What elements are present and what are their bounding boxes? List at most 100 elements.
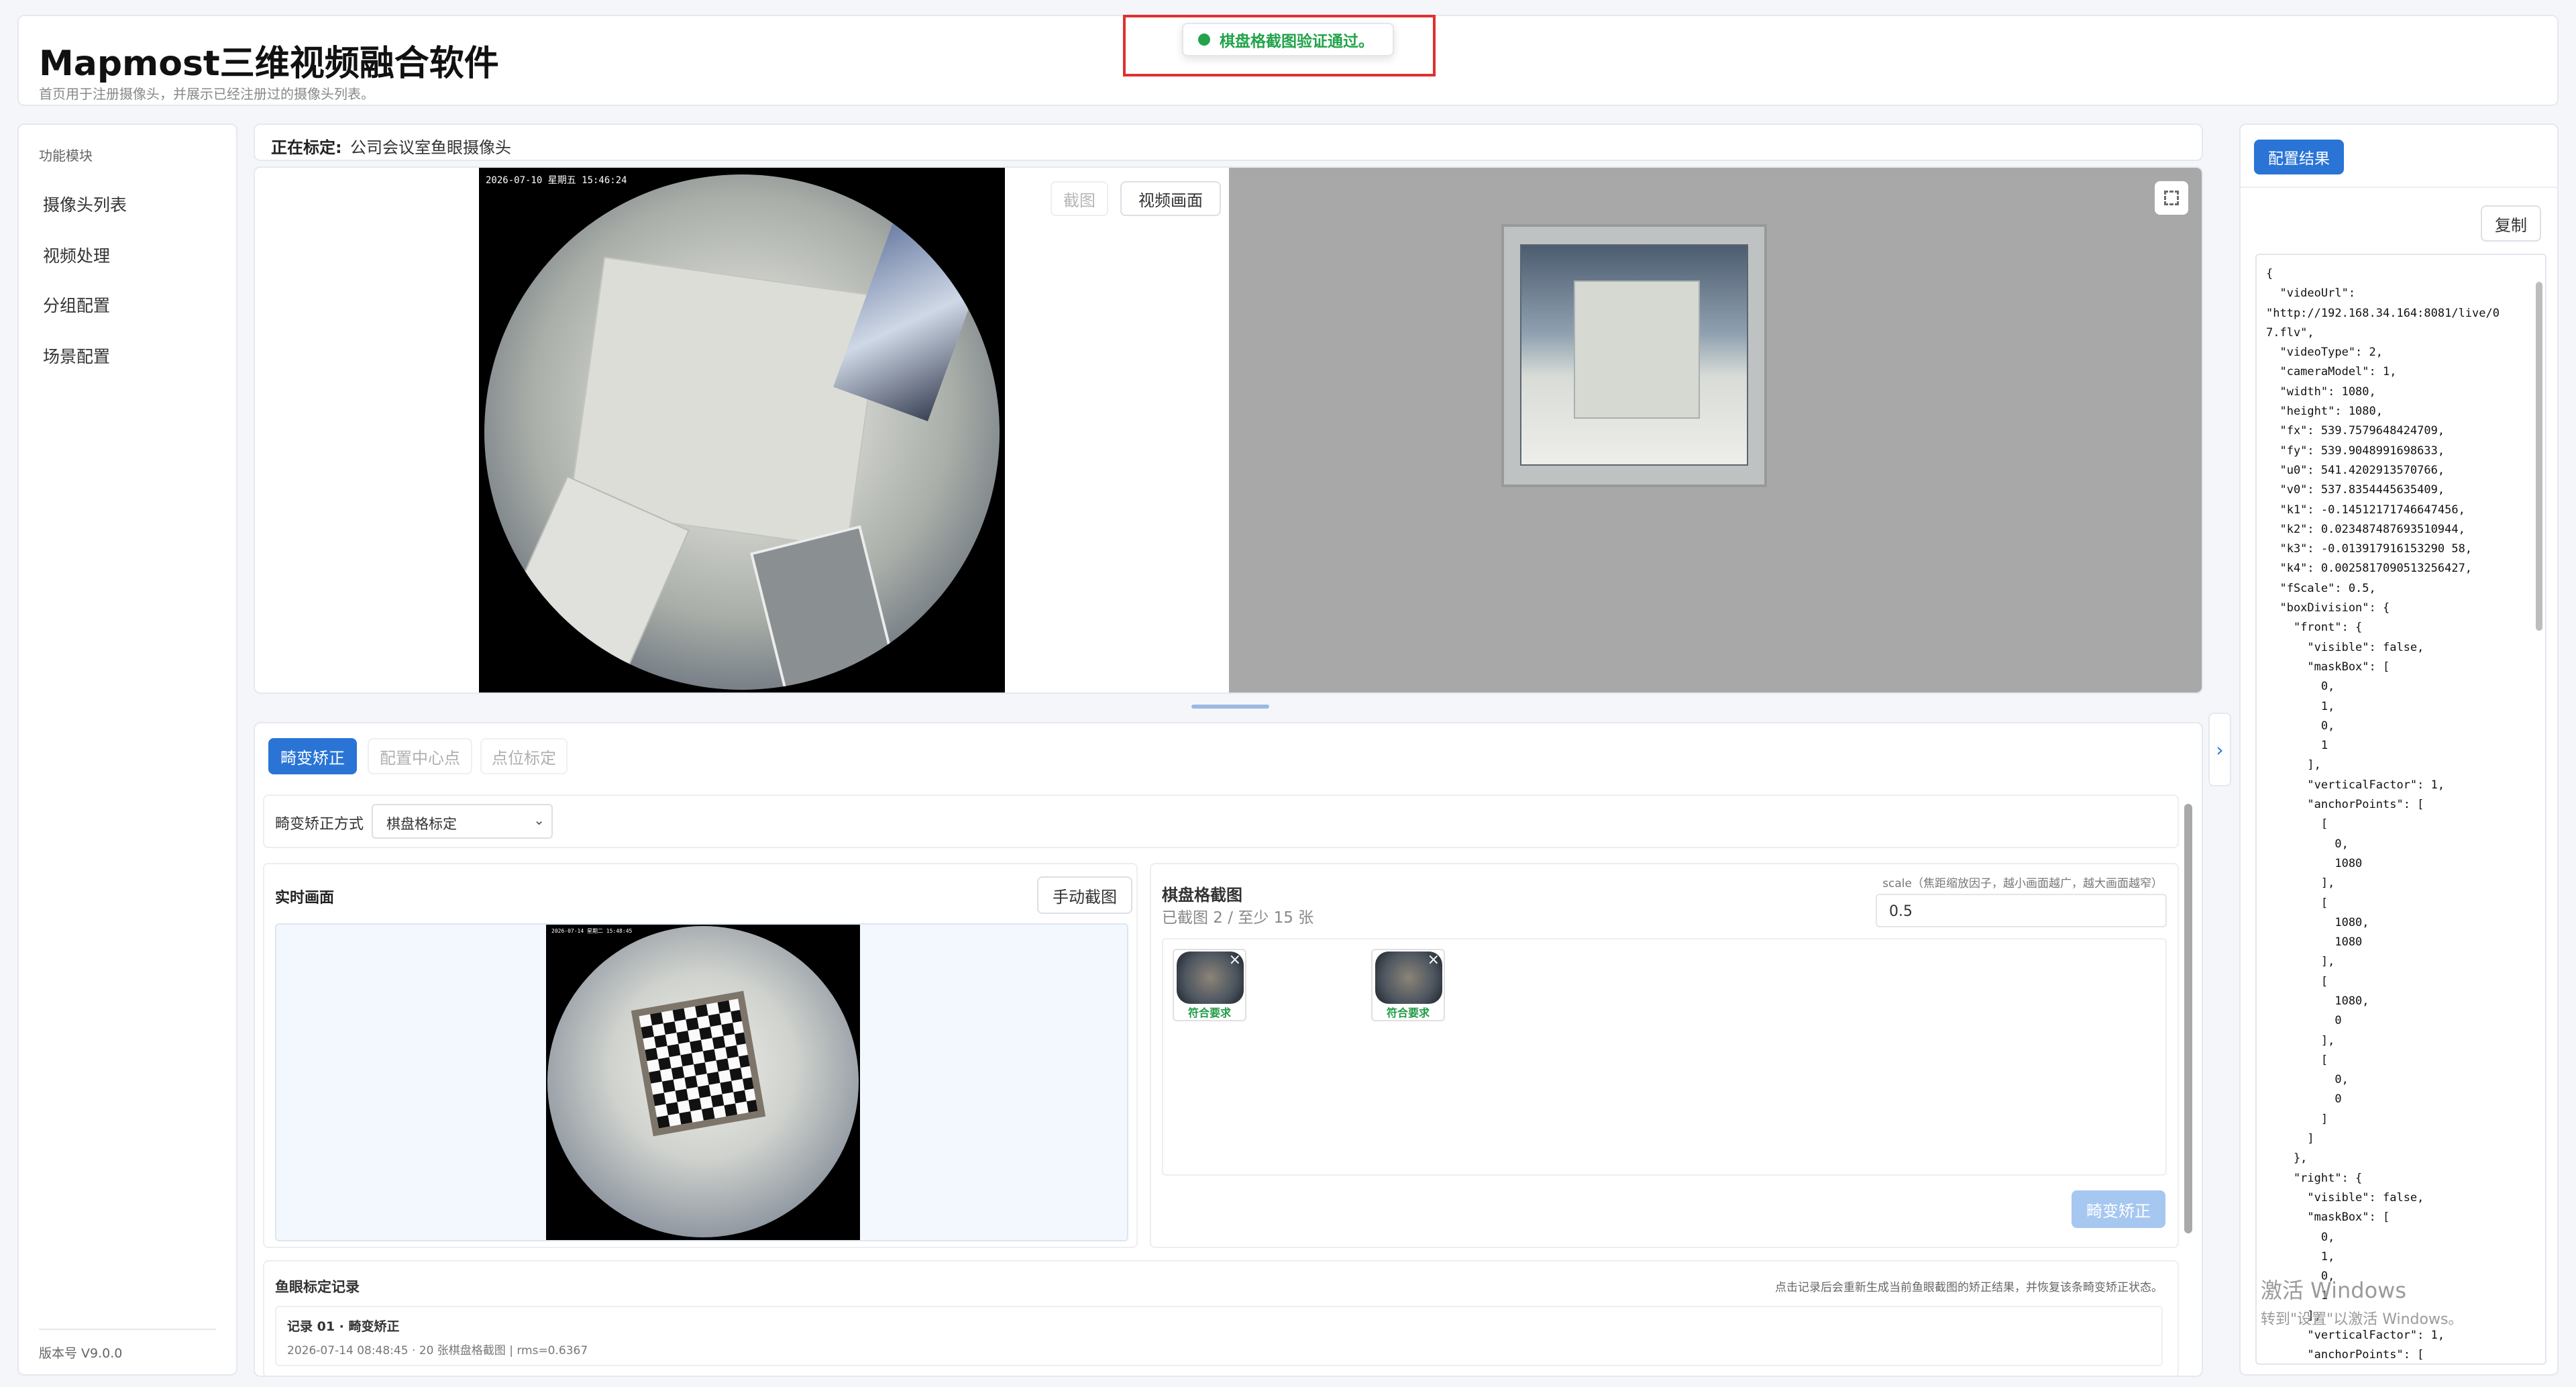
method-row: 畸变矫正方式 棋盘格标定 ⌄	[263, 794, 2179, 848]
sidebar: 功能模块 摄像头列表 视频处理 分组配置 场景配置 版本号 V9.0.0	[17, 123, 237, 1376]
close-icon[interactable]: ×	[1229, 952, 1241, 968]
records-title: 鱼眼标定记录	[275, 1279, 360, 1295]
thumbnail-area: × 符合要求 × 符合要求	[1162, 938, 2167, 1176]
calibration-panel: 畸变矫正 配置中心点 点位标定 畸变矫正方式 棋盘格标定 ⌄ 实时画面 手动截图…	[254, 722, 2203, 1377]
json-line: "visible": false,	[2266, 1190, 2424, 1204]
live-view-title: 实时画面	[275, 890, 335, 907]
json-line: "cameraModel": 1,	[2266, 365, 2397, 379]
thumbnail-item[interactable]: × 符合要求	[1173, 949, 1246, 1021]
chessboard-card: 棋盘格截图 已截图 2 / 至少 15 张 scale（焦距缩放因子，越小画面越…	[1150, 863, 2179, 1248]
fisheye-timestamp: 2026-07-10 星期五 15:46:24	[486, 175, 627, 186]
json-line: 0	[2266, 1014, 2342, 1028]
json-line: [	[2266, 896, 2328, 910]
record-meta: 2026-07-14 08:48:45 · 20 张棋盘格截图 | rms=0.…	[287, 1344, 588, 1357]
json-line: "k2": 0.023487487693510944,	[2266, 522, 2465, 536]
fisheye-door	[749, 525, 897, 690]
toast-message: 棋盘格截图验证通过。	[1220, 33, 1374, 50]
live-video: 2026-07-14 星期二 15:48:45	[546, 925, 860, 1240]
json-line: 1	[2266, 739, 2328, 753]
json-line: 0,	[2266, 680, 2335, 694]
watermark-line1: 激活 Windows	[2261, 1278, 2407, 1303]
calibrating-label: 正在标定:	[271, 138, 342, 157]
manual-capture-button[interactable]: 手动截图	[1037, 876, 1132, 914]
chessboard-count: 已截图 2 / 至少 15 张	[1162, 909, 1314, 927]
sidebar-item-group-config[interactable]: 分组配置	[43, 293, 110, 317]
scale-input[interactable]: 0.5	[1876, 894, 2167, 927]
app-subtitle: 首页用于注册摄像头，并展示已经注册过的摄像头列表。	[39, 86, 374, 102]
fisheye-preview: 2026-07-10 星期五 15:46:24	[479, 168, 1005, 692]
chessboard-target	[631, 990, 766, 1137]
json-line: [	[2266, 974, 2328, 988]
tab-point-calibration[interactable]: 点位标定	[480, 738, 568, 774]
scene-room-model	[1501, 224, 1767, 487]
scale-hint: scale（焦距缩放因子，越小画面越广，越大画面越窄）	[1882, 877, 2163, 890]
json-line: [	[2266, 817, 2328, 831]
collapse-panel-button[interactable]: ›	[2208, 713, 2231, 786]
json-line: "videoUrl":	[2266, 287, 2356, 301]
records-hint: 点击记录后会重新生成当前鱼眼截图的矫正结果，并恢复该条畸变矫正状态。	[1775, 1281, 2163, 1294]
calibrating-bar: 正在标定: 公司会议室鱼眼摄像头	[254, 123, 2203, 161]
live-fisheye	[547, 926, 859, 1237]
json-line: 0,	[2266, 1073, 2349, 1087]
json-line: "right": {	[2266, 1171, 2363, 1185]
config-divider	[2241, 187, 2557, 188]
preview-panel: 2026-07-10 星期五 15:46:24 截图 视频画面	[254, 166, 2203, 694]
json-line: ],	[2266, 1033, 2335, 1047]
json-line: "visible": false,	[2266, 640, 2424, 654]
sidebar-section-label: 功能模块	[39, 148, 93, 164]
config-json-box: { "videoUrl": "http://192.168.34.164:8081…	[2255, 254, 2546, 1365]
json-line: "boxDivision": {	[2266, 601, 2390, 615]
success-icon	[1198, 34, 1210, 46]
json-line: "k3": -0.013917916153290 58,	[2266, 542, 2473, 556]
json-line: "verticalFactor": 1,	[2266, 1329, 2445, 1343]
json-line: "u0": 541.4202913570766,	[2266, 463, 2445, 477]
tab-config-result[interactable]: 配置结果	[2254, 140, 2344, 174]
json-line: "width": 1080,	[2266, 384, 2376, 399]
json-line: 0	[2266, 1092, 2342, 1107]
sidebar-item-camera-list[interactable]: 摄像头列表	[43, 192, 127, 216]
copy-button[interactable]: 复制	[2481, 205, 2541, 242]
version-label: 版本号 V9.0.0	[39, 1346, 123, 1361]
tab-center-point[interactable]: 配置中心点	[368, 738, 472, 774]
json-line: 0,	[2266, 1230, 2335, 1244]
record-title: 记录 01 · 畸变矫正	[287, 1319, 400, 1334]
fullscreen-icon[interactable]	[2155, 181, 2188, 215]
json-line: 7.flv",	[2266, 325, 2314, 340]
sidebar-item-scene-config[interactable]: 场景配置	[43, 344, 110, 368]
json-scrollbar[interactable]	[2536, 282, 2542, 631]
method-select[interactable]: 棋盘格标定 ⌄	[372, 804, 553, 839]
chevron-down-icon: ⌄	[533, 812, 545, 828]
distortion-correct-button[interactable]: 畸变矫正	[2072, 1190, 2165, 1228]
json-line: "maskBox": [	[2266, 660, 2390, 674]
video-view-button[interactable]: 视频画面	[1120, 181, 1221, 216]
live-view-frame: 2026-07-14 星期二 15:48:45	[275, 923, 1128, 1241]
json-line: "videoType": 2,	[2266, 346, 2383, 360]
app-title: Mapmost三维视频融合软件	[39, 44, 499, 84]
json-line: 1080,	[2266, 994, 2369, 1008]
json-line: "front": {	[2266, 621, 2363, 635]
room-inner	[1574, 280, 1700, 419]
fisheye-image	[484, 174, 1000, 690]
json-line: "height": 1080,	[2266, 405, 2383, 419]
json-line: "fScale": 0.5,	[2266, 581, 2376, 595]
tab-distortion-correction[interactable]: 畸变矫正	[268, 738, 357, 774]
panel-scrollbar[interactable]	[2184, 804, 2192, 1233]
screenshot-button[interactable]: 截图	[1051, 181, 1108, 216]
panel-resize-handle[interactable]	[1191, 705, 1269, 709]
scale-input-value: 0.5	[1889, 903, 1913, 920]
live-timestamp: 2026-07-14 星期二 15:48:45	[551, 928, 633, 934]
json-line: [	[2266, 1053, 2328, 1067]
json-line: "v0": 537.8354445635409,	[2266, 483, 2445, 497]
record-item[interactable]: 记录 01 · 畸变矫正 2026-07-14 08:48:45 · 20 张棋…	[275, 1306, 2163, 1366]
sidebar-item-video-processing[interactable]: 视频处理	[43, 243, 110, 267]
json-line: 1,	[2266, 1249, 2335, 1264]
scene-3d-view[interactable]	[1229, 168, 2202, 692]
method-label: 畸变矫正方式	[275, 816, 364, 833]
thumbnail-item[interactable]: × 符合要求	[1371, 949, 1445, 1021]
json-line: 0,	[2266, 837, 2349, 851]
close-icon[interactable]: ×	[1428, 952, 1440, 968]
method-select-value: 棋盘格标定	[386, 816, 457, 832]
config-panel: 配置结果 复制 { "videoUrl": "http://192.168.34.…	[2239, 123, 2559, 1376]
json-line: ]	[2266, 1112, 2328, 1126]
records-card: 鱼眼标定记录 点击记录后会重新生成当前鱼眼截图的矫正结果，并恢复该条畸变矫正状态…	[263, 1260, 2179, 1376]
